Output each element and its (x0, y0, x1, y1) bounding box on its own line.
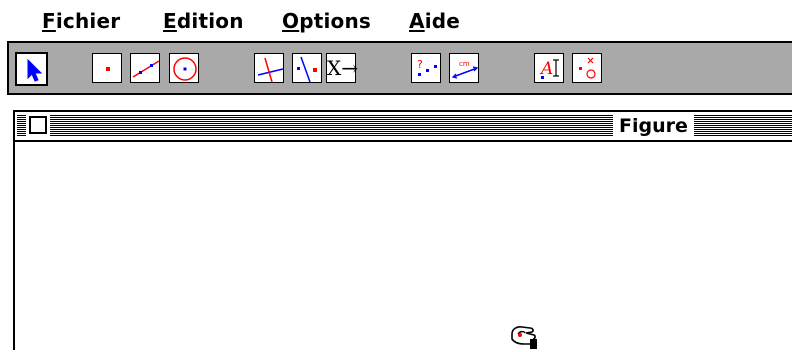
circle-icon (173, 57, 197, 81)
text-label-tool-button[interactable]: A (534, 53, 564, 83)
menu-aide-rest: ide (424, 9, 461, 33)
pointer-tool-button[interactable] (15, 52, 48, 86)
window-title: Figure (613, 113, 694, 139)
circle-tool-button[interactable] (169, 53, 199, 83)
window-titlebar[interactable]: Figure (15, 112, 792, 142)
transform-tool-button[interactable]: X→ (326, 53, 358, 83)
point-icon (106, 67, 110, 71)
perpendicular-tool-button[interactable] (254, 53, 284, 83)
menu-aide[interactable]: Aide (409, 8, 460, 34)
delete-icon (579, 57, 596, 79)
svg-text:?: ? (417, 58, 423, 71)
menu-aide-accel: A (409, 9, 425, 33)
text-label-icon: A (539, 59, 559, 79)
menu-edition-rest: dition (176, 9, 244, 33)
menu-fichier-accel: F (42, 9, 56, 33)
parallel-icon (297, 56, 317, 83)
delete-tool-button[interactable] (572, 53, 602, 83)
line-icon (132, 60, 160, 78)
check-property-tool-button[interactable]: ? (411, 53, 441, 83)
menu-edition[interactable]: Edition (163, 8, 244, 34)
perpendicular-icon (257, 57, 284, 83)
measure-unit-text: cm (459, 60, 470, 68)
hand-cursor-icon (511, 326, 537, 349)
check-property-icon: ? (417, 58, 437, 76)
figure-canvas[interactable] (15, 142, 792, 352)
menu-fichier-rest: ichier (55, 9, 121, 33)
line-tool-button[interactable] (130, 53, 160, 83)
menu-options[interactable]: Options (282, 8, 371, 34)
point-tool-button[interactable] (92, 53, 122, 83)
menu-fichier[interactable]: Fichier (42, 8, 120, 34)
menu-bar: Fichier Edition Options Aide (0, 0, 792, 40)
transform-icon: X→ (327, 56, 358, 80)
menu-edition-accel: E (163, 9, 177, 33)
menu-options-accel: O (282, 9, 300, 33)
measure-icon: cm (451, 60, 479, 79)
figure-window: Figure (13, 110, 792, 352)
close-box-button[interactable] (29, 116, 47, 134)
toolbar: X→ ? cm A (7, 41, 792, 95)
arrow-pointer-icon (27, 58, 43, 82)
parallel-tool-button[interactable] (292, 53, 322, 83)
measure-tool-button[interactable]: cm (449, 53, 479, 83)
menu-options-rest: ptions (299, 9, 372, 33)
